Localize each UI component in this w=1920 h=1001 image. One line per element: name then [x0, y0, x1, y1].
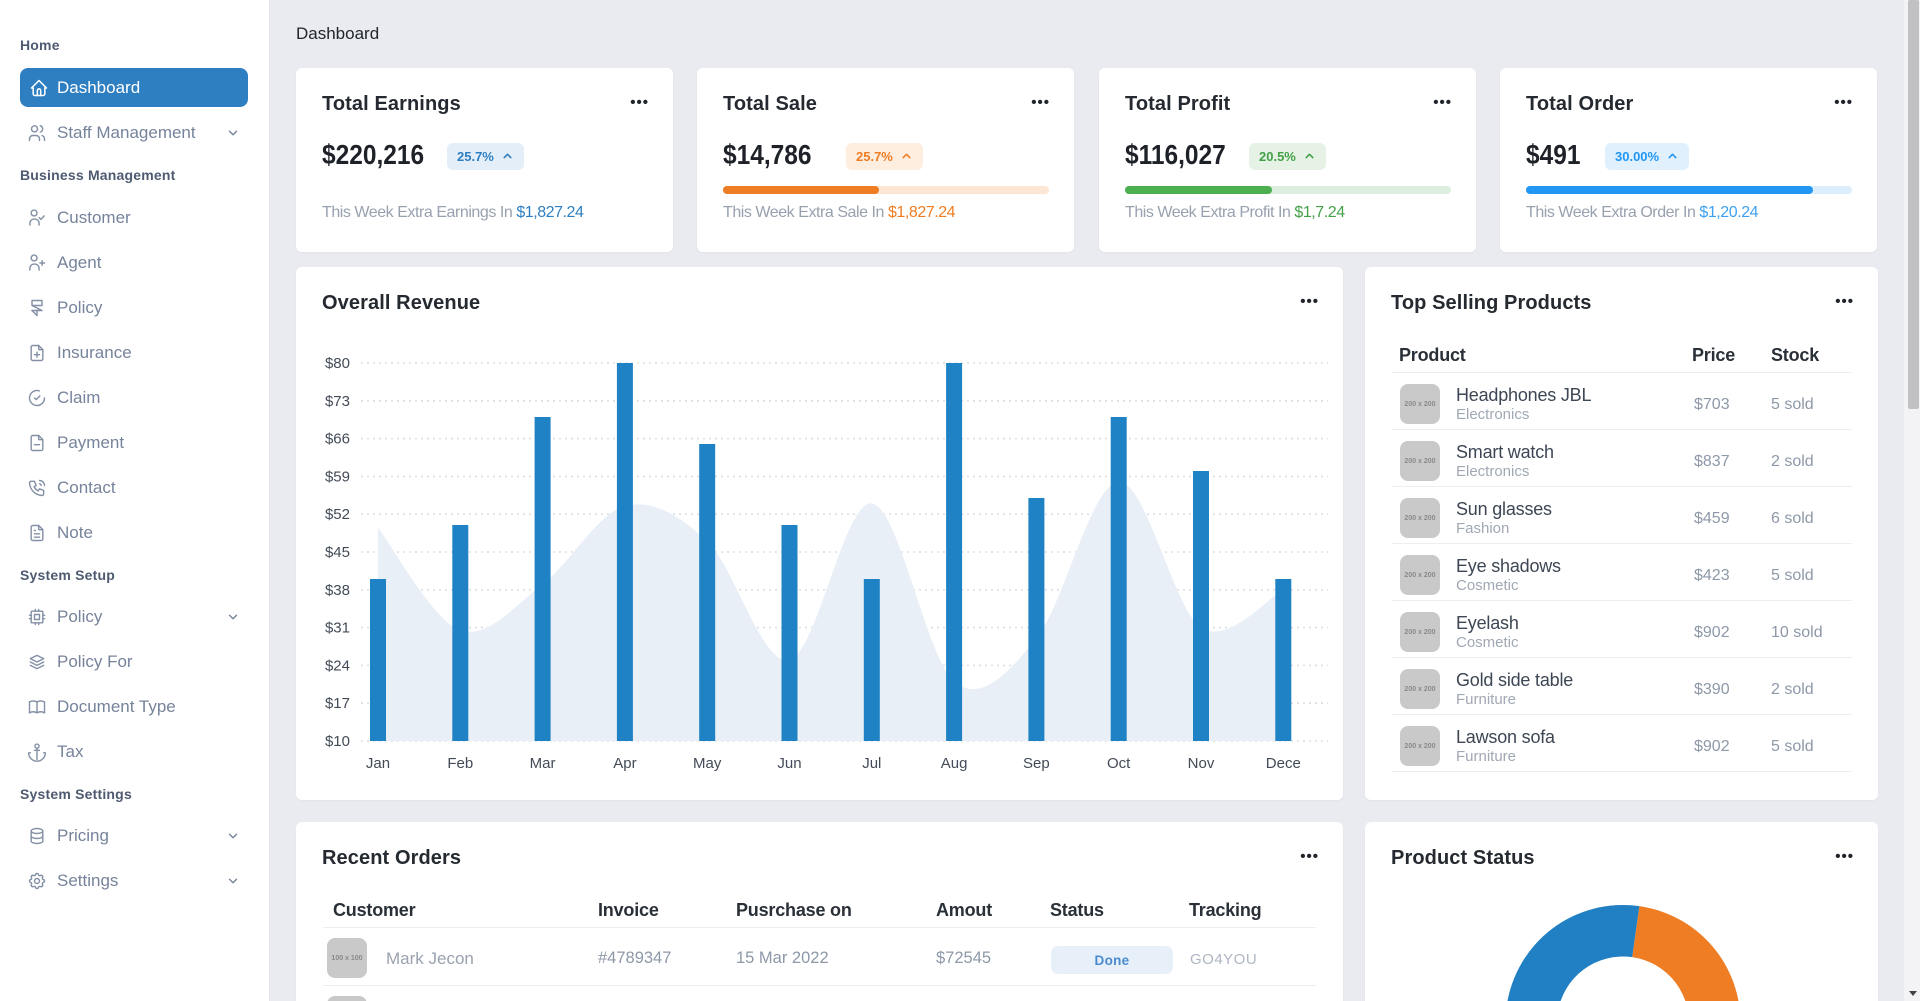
svg-text:$73: $73 — [325, 393, 350, 410]
svg-text:Oct: Oct — [1107, 755, 1131, 772]
svg-text:$38: $38 — [325, 582, 350, 599]
svg-text:Jul: Jul — [862, 755, 881, 772]
svg-text:Mar: Mar — [530, 755, 556, 772]
svg-text:$31: $31 — [325, 620, 350, 637]
svg-text:$45: $45 — [325, 544, 350, 561]
svg-text:Jun: Jun — [777, 755, 801, 772]
svg-text:$66: $66 — [325, 431, 350, 448]
svg-text:$10: $10 — [325, 733, 350, 750]
svg-text:Aug: Aug — [941, 755, 968, 772]
svg-text:Jan: Jan — [366, 755, 390, 772]
svg-text:$24: $24 — [325, 657, 350, 674]
svg-text:Sep: Sep — [1023, 755, 1050, 772]
svg-text:Feb: Feb — [447, 755, 473, 772]
svg-text:$17: $17 — [325, 695, 350, 712]
svg-text:$80: $80 — [325, 355, 350, 372]
svg-text:Nov: Nov — [1188, 755, 1215, 772]
svg-text:$59: $59 — [325, 468, 350, 485]
svg-text:$52: $52 — [325, 506, 350, 523]
svg-text:Dece: Dece — [1266, 755, 1301, 772]
svg-text:May: May — [693, 755, 722, 772]
svg-text:Apr: Apr — [613, 755, 636, 772]
